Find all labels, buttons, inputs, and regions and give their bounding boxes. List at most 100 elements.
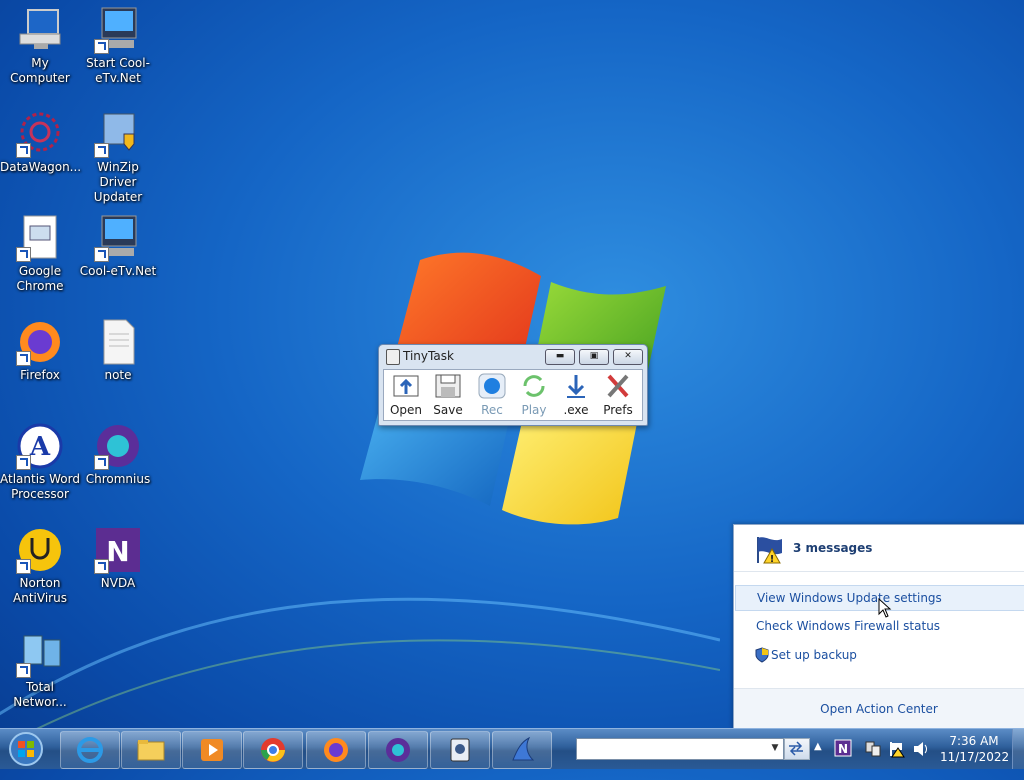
mouse-cursor-icon [878, 598, 892, 618]
desktop-icon-datawagon[interactable]: DataWagon... [0, 110, 82, 175]
play-button[interactable]: Play [514, 372, 554, 417]
window-title: TinyTask [403, 349, 454, 363]
desktop-icon-google-chrome[interactable]: Google Chrome [0, 214, 80, 294]
taskbar-firefox[interactable] [306, 731, 366, 769]
desktop-icon-norton[interactable]: Norton AntiVirus [0, 526, 80, 606]
taskbar-internet-explorer[interactable] [60, 731, 120, 769]
open-label: Open [389, 403, 423, 417]
desktop-icon-label: NVDA [100, 576, 136, 590]
shortcut-arrow-icon [16, 559, 31, 574]
open-action-center-link[interactable]: Open Action Center [734, 688, 1024, 729]
set-up-backup-link[interactable]: Set up backup [735, 643, 1023, 667]
minimize-button[interactable]: ▬ [545, 349, 575, 365]
desktop-icon-label: Start Cool-eTv.Net [86, 56, 150, 85]
shortcut-arrow-icon [94, 143, 109, 158]
desktop-icon-cool-etv[interactable]: Cool-eTv.Net [78, 214, 158, 279]
restore-button[interactable]: ▣ [579, 349, 609, 365]
desktop-icon-atlantis[interactable]: A Atlantis Word Processor [0, 422, 80, 502]
desktop-icon-label: Total Networ... [13, 680, 67, 709]
svg-text:N: N [106, 535, 129, 568]
shortcut-arrow-icon [16, 143, 31, 158]
taskbar-chromnius[interactable] [368, 731, 428, 769]
desktop-icon-winzip-driver-updater[interactable]: WinZip Driver Updater [78, 110, 158, 205]
exe-button[interactable]: .exe [556, 372, 596, 417]
desktop-icon-nvda[interactable]: N NVDA [78, 526, 158, 591]
action-center-flag-icon: ! [757, 537, 782, 565]
action-center-popup: ! 3 messages View Windows Update setting… [733, 524, 1024, 730]
exe-label: .exe [563, 403, 589, 417]
close-button[interactable]: ✕ [613, 349, 643, 365]
desktop-icon-label: Firefox [20, 368, 60, 382]
svg-text:N: N [838, 742, 848, 756]
network-tray-icon[interactable] [864, 740, 882, 758]
sail-app-icon [512, 736, 535, 761]
messages-count: 3 messages [793, 541, 873, 555]
tinytask-app-icon [386, 349, 400, 365]
open-icon [393, 375, 419, 397]
play-loop-icon [523, 375, 545, 397]
action-center-tray-icon[interactable] [888, 740, 906, 758]
tinytask-titlebar[interactable]: TinyTask ▬ ▣ ✕ [379, 345, 647, 367]
desktop-icon-start-cool-etv[interactable]: Start Cool-eTv.Net [78, 6, 158, 86]
shortcut-arrow-icon [16, 247, 31, 262]
text-file-icon [103, 319, 135, 365]
address-go-button[interactable] [784, 738, 810, 760]
desktop-icon-label: DataWagon... [0, 160, 82, 174]
taskbar-app-sail[interactable] [492, 731, 552, 769]
desktop-icon-total-network[interactable]: Total Networ... [0, 630, 80, 710]
desktop-icon-label: Norton AntiVirus [13, 576, 67, 605]
action-center-header: ! 3 messages [734, 525, 1024, 572]
desktop-icon-label: Cool-eTv.Net [79, 264, 157, 278]
record-icon [478, 373, 506, 399]
shortcut-arrow-icon [16, 455, 31, 470]
show-desktop-button[interactable] [1012, 729, 1024, 769]
save-icon [435, 374, 461, 398]
firefox-icon [324, 738, 348, 762]
notification-area: ▲ N [812, 731, 942, 767]
start-button[interactable] [4, 731, 48, 767]
desktop-icon-label: Atlantis Word Processor [0, 472, 80, 501]
svg-text:A: A [29, 432, 51, 462]
chevron-down-icon[interactable]: ▼ [769, 741, 781, 755]
folder-icon [137, 740, 165, 761]
tinytask-icon [450, 738, 470, 762]
desktop-icon-label: Google Chrome [16, 264, 64, 293]
rec-button[interactable]: Rec [472, 372, 512, 417]
desktop-icon-note[interactable]: note [78, 318, 158, 383]
tinytask-window: TinyTask ▬ ▣ ✕ Open Save Rec Play .exe P… [378, 344, 648, 426]
desktop-icon-chromnius[interactable]: Chromnius [78, 422, 158, 487]
prefs-button[interactable]: Prefs [598, 372, 638, 417]
desktop-icon-firefox[interactable]: Firefox [0, 318, 80, 383]
taskbar-tinytask[interactable] [430, 731, 490, 769]
play-label: Play [521, 403, 547, 417]
shield-icon [755, 647, 769, 663]
desktop-icon-label: My Computer [10, 56, 70, 85]
download-icon [567, 375, 585, 398]
clock-date: 11/17/2022 [940, 750, 1010, 764]
desktop-icon-my-computer[interactable]: My Computer [0, 6, 80, 86]
nvda-tray-icon[interactable]: N [834, 739, 852, 757]
shortcut-arrow-icon [94, 39, 109, 54]
media-player-icon [201, 739, 223, 761]
prefs-label: Prefs [603, 403, 633, 417]
taskbar: ▼ ▲ N 7:36 AM 11/17/2022 [0, 728, 1024, 769]
tinytask-toolbar: Open Save Rec Play .exe Prefs [383, 369, 643, 421]
show-hidden-icons-button[interactable]: ▲ [814, 741, 822, 752]
address-toolbar-input[interactable]: ▼ [576, 738, 784, 760]
taskbar-media-player[interactable] [182, 731, 242, 769]
shortcut-arrow-icon [94, 559, 109, 574]
save-button[interactable]: Save [428, 372, 468, 417]
desktop-icon-label: note [104, 368, 132, 382]
taskbar-file-explorer[interactable] [121, 731, 181, 769]
shortcut-arrow-icon [94, 455, 109, 470]
desktop-icon-label: Chromnius [85, 472, 151, 486]
volume-icon[interactable] [912, 740, 930, 758]
taskbar-chrome[interactable] [243, 731, 303, 769]
shortcut-arrow-icon [16, 663, 31, 678]
clock[interactable]: 7:36 AM 11/17/2022 [940, 733, 1010, 765]
chrome-icon [261, 738, 285, 762]
chromnius-icon [386, 738, 410, 762]
open-button[interactable]: Open [386, 372, 426, 417]
shortcut-arrow-icon [94, 247, 109, 262]
shortcut-arrow-icon [16, 351, 31, 366]
